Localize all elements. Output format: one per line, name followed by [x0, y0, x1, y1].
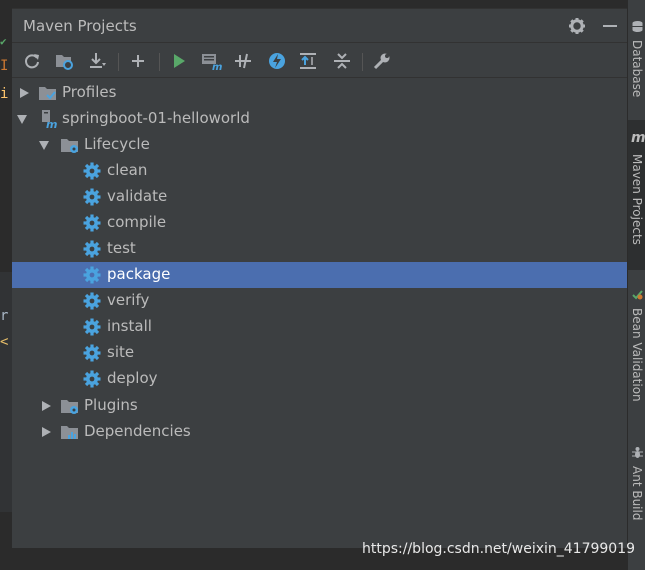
dependencies-folder-icon	[61, 426, 78, 439]
tab-database[interactable]: Database	[628, 12, 645, 112]
maven-m-icon: m	[631, 130, 645, 146]
tab-label: Maven Projects	[630, 154, 644, 245]
tree-label: Dependencies	[84, 422, 191, 440]
lifecycle-folder-icon	[61, 139, 78, 153]
tab-maven-projects[interactable]: m Maven Projects	[628, 120, 645, 270]
hide-minus-icon[interactable]	[600, 16, 620, 36]
run-build-icon[interactable]	[167, 49, 191, 73]
watermark-text: https://blog.csdn.net/weixin_41799019	[362, 541, 636, 557]
tree-node-dependencies[interactable]: Dependencies	[12, 419, 627, 445]
goal-label: clean	[107, 161, 148, 179]
goal-label: deploy	[107, 369, 158, 387]
editor-glyph: I	[0, 58, 9, 74]
tab-ant-build[interactable]: Ant Build	[628, 442, 645, 532]
goal-gear-icon	[83, 188, 101, 206]
collapse-all-icon[interactable]	[330, 49, 354, 73]
svg-text:m: m	[212, 62, 222, 71]
toolbar-separator	[362, 53, 363, 71]
goal-label: package	[107, 265, 171, 283]
toolbar-separator	[159, 53, 160, 71]
profiles-folder-icon	[39, 87, 56, 100]
goal-test[interactable]: test	[12, 236, 627, 262]
tree-node-profiles[interactable]: Profiles	[12, 80, 627, 106]
goal-label: install	[107, 317, 152, 335]
settings-gear-icon[interactable]	[567, 16, 587, 36]
goal-gear-icon	[83, 370, 101, 388]
goal-install[interactable]: install	[12, 314, 627, 340]
editor-glyph: r	[0, 308, 9, 324]
bean-validation-icon	[632, 290, 643, 300]
editor-glyph: i	[0, 86, 9, 102]
editor-gutter: ✔ I i r <	[0, 0, 12, 570]
database-icon	[632, 21, 643, 32]
maven-project-icon: m	[42, 110, 57, 129]
goal-label: verify	[107, 291, 150, 309]
goal-gear-icon	[83, 214, 101, 232]
goal-gear-icon	[83, 292, 101, 310]
show-dependencies-icon[interactable]	[296, 49, 320, 73]
plugins-folder-icon	[61, 400, 78, 414]
execute-maven-goal-icon[interactable]: m	[199, 49, 223, 73]
toolbar-separator	[118, 53, 119, 71]
tab-label: Bean Validation	[630, 308, 644, 402]
check-icon: ✔	[0, 35, 7, 48]
tree-label: Profiles	[62, 83, 117, 101]
tree-node-plugins[interactable]: Plugins	[12, 393, 627, 419]
panel-title: Maven Projects	[23, 17, 137, 35]
goal-verify[interactable]: verify	[12, 288, 627, 314]
goal-deploy[interactable]: deploy	[12, 366, 627, 392]
goal-label: site	[107, 343, 135, 361]
expand-arrow-icon[interactable]	[18, 87, 30, 99]
project-tree: Profiles m springboot-01-helloworld Life…	[12, 80, 627, 540]
tab-bean-validation[interactable]: Bean Validation	[628, 284, 645, 414]
goal-clean[interactable]: clean	[12, 158, 627, 184]
goal-compile[interactable]: compile	[12, 210, 627, 236]
download-sources-icon[interactable]	[85, 49, 109, 73]
right-tool-window-bar: Database m Maven Projects Bean Validatio…	[627, 0, 645, 570]
tree-node-lifecycle[interactable]: Lifecycle	[12, 132, 627, 158]
expand-arrow-icon[interactable]	[40, 400, 52, 412]
tree-label: springboot-01-helloworld	[62, 109, 250, 127]
ant-icon	[632, 447, 643, 458]
reimport-refresh-icon[interactable]	[20, 49, 44, 73]
maven-projects-panel: Maven Projects m Profiles m springboot-0…	[12, 8, 627, 548]
goal-label: test	[107, 239, 136, 257]
editor-glyph: <	[0, 334, 9, 350]
maven-toolbar: m	[12, 44, 627, 78]
svg-text:m: m	[46, 118, 57, 129]
collapse-arrow-icon[interactable]	[16, 113, 28, 125]
goal-gear-icon	[83, 318, 101, 336]
expand-arrow-icon[interactable]	[40, 426, 52, 438]
generate-sources-folder-icon[interactable]	[52, 49, 76, 73]
panel-header: Maven Projects	[12, 9, 627, 43]
tree-node-project[interactable]: m springboot-01-helloworld	[12, 106, 627, 132]
goal-validate[interactable]: validate	[12, 184, 627, 210]
toggle-offline-mode-icon[interactable]	[231, 49, 255, 73]
maven-settings-wrench-icon[interactable]	[370, 49, 394, 73]
skip-tests-icon[interactable]	[265, 49, 289, 73]
goal-site[interactable]: site	[12, 340, 627, 366]
tab-label: Database	[630, 40, 644, 98]
goal-gear-icon	[83, 344, 101, 362]
tab-label: Ant Build	[630, 466, 644, 521]
goal-gear-icon	[83, 240, 101, 258]
goal-package[interactable]: package	[12, 262, 627, 288]
tree-label: Plugins	[84, 396, 138, 414]
collapse-arrow-icon[interactable]	[38, 139, 50, 151]
goal-label: validate	[107, 187, 168, 205]
tree-label: Lifecycle	[84, 135, 150, 153]
goal-gear-icon	[83, 266, 101, 284]
goal-label: compile	[107, 213, 167, 231]
add-project-plus-icon[interactable]	[126, 49, 150, 73]
goal-gear-icon	[83, 162, 101, 180]
